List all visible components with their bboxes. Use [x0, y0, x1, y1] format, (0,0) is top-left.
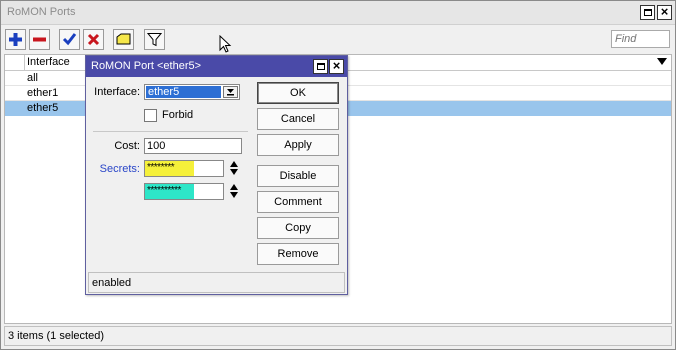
cost-input[interactable]: 100 — [144, 138, 242, 154]
forbid-label: Forbid — [162, 109, 194, 121]
row-interface: all — [27, 72, 39, 84]
status-text: 3 items (1 selected) — [8, 330, 104, 342]
toolbar — [1, 26, 675, 54]
add-button[interactable] — [5, 29, 26, 50]
status-bar: 3 items (1 selected) — [4, 326, 672, 346]
x-icon — [87, 33, 100, 46]
apply-button[interactable]: Apply — [257, 134, 339, 156]
disable-button[interactable]: Disable — [257, 165, 339, 187]
dropdown-arrow-icon — [227, 89, 234, 96]
comment-icon — [116, 33, 131, 45]
secret-input-2[interactable]: ********** — [144, 183, 224, 200]
interface-label: Interface: — [94, 86, 140, 98]
arrow-up-icon — [230, 184, 238, 190]
interface-dropdown-button[interactable] — [223, 86, 238, 98]
remove-button[interactable]: Remove — [257, 243, 339, 265]
arrow-up-icon — [230, 161, 238, 167]
window-title: RoMON Ports — [7, 6, 76, 18]
secret-2-value: ********** — [147, 185, 181, 196]
comment-button[interactable] — [113, 29, 134, 50]
column-menu-dropdown-icon[interactable] — [657, 58, 667, 65]
copy-button[interactable]: Copy — [257, 217, 339, 239]
disable-button[interactable] — [83, 29, 104, 50]
dialog-close-button[interactable]: × — [329, 58, 344, 74]
dialog-status-bar: enabled — [88, 272, 345, 293]
romon-port-dialog: RoMON Port <ether5> × Interface: ether5 … — [85, 55, 348, 295]
find-input[interactable] — [612, 31, 669, 47]
find-field[interactable] — [611, 30, 670, 48]
secret-1-updown-button[interactable] — [229, 160, 239, 177]
secrets-label: Secrets: — [99, 163, 140, 175]
cancel-button[interactable]: Cancel — [257, 108, 339, 130]
remove-button[interactable] — [29, 29, 50, 50]
row-interface: ether5 — [27, 102, 59, 114]
dialog-title: RoMON Port <ether5> — [91, 60, 202, 72]
interface-select[interactable]: ether5 — [144, 84, 240, 100]
minus-icon — [33, 37, 46, 42]
close-button[interactable]: × — [657, 4, 672, 20]
plus-icon — [9, 33, 22, 46]
checkmark-icon — [62, 33, 77, 46]
column-header-interface[interactable]: Interface — [27, 56, 70, 68]
maximize-icon — [644, 9, 652, 16]
forbid-checkbox[interactable] — [144, 109, 157, 122]
maximize-button[interactable] — [640, 5, 655, 20]
maximize-icon — [317, 63, 325, 70]
window-titlebar[interactable]: RoMON Ports × — [1, 1, 675, 25]
close-icon: × — [332, 58, 341, 73]
mouse-cursor-icon — [219, 35, 232, 53]
interface-select-value: ether5 — [146, 86, 221, 98]
secret-input-1[interactable]: ******** — [144, 160, 224, 177]
secret-2-updown-button[interactable] — [229, 183, 239, 200]
enable-button[interactable] — [59, 29, 80, 50]
comment-button[interactable]: Comment — [257, 191, 339, 213]
close-icon: × — [660, 4, 669, 19]
ok-button[interactable]: OK — [257, 82, 339, 104]
dialog-titlebar[interactable]: RoMON Port <ether5> × — [86, 56, 347, 77]
dialog-status-text: enabled — [92, 277, 132, 289]
filter-button[interactable] — [144, 29, 165, 50]
dialog-maximize-button[interactable] — [313, 59, 328, 74]
arrow-down-icon — [230, 192, 238, 198]
divider — [93, 131, 248, 132]
row-interface: ether1 — [27, 87, 59, 99]
filter-icon — [147, 33, 162, 47]
arrow-down-icon — [230, 169, 238, 175]
secret-1-value: ******** — [147, 162, 175, 173]
row-number-header — [5, 55, 25, 70]
cost-label: Cost: — [114, 140, 140, 152]
